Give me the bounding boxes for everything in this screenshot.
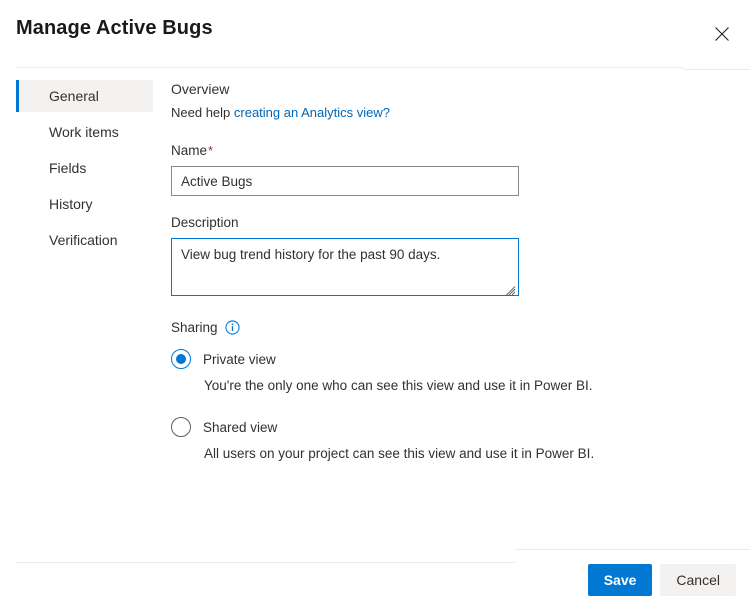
close-icon bbox=[714, 26, 730, 42]
footer-divider-left bbox=[16, 562, 515, 563]
description-label: Description bbox=[171, 215, 239, 230]
info-icon[interactable] bbox=[224, 320, 240, 335]
sidebar-item-label: General bbox=[49, 88, 99, 104]
description-textarea-wrap bbox=[171, 238, 519, 296]
name-label-text: Name bbox=[171, 143, 208, 158]
sidebar-item-work-items[interactable]: Work items bbox=[16, 116, 153, 148]
description-field-group: Description bbox=[171, 214, 591, 296]
sharing-section: Sharing Private view You're the only one… bbox=[171, 320, 595, 463]
sidebar-item-verification[interactable]: Verification bbox=[16, 224, 153, 256]
sidebar-item-label: Verification bbox=[49, 232, 118, 248]
sidebar: General Work items Fields History Verifi… bbox=[16, 80, 153, 260]
radio-help-private: You're the only one who can see this vie… bbox=[204, 378, 593, 393]
save-button[interactable]: Save bbox=[587, 564, 653, 596]
radio-shared-view[interactable]: Shared view bbox=[171, 417, 591, 437]
sidebar-item-label: Work items bbox=[49, 124, 119, 140]
help-line: Need help creating an Analytics view? bbox=[171, 104, 591, 122]
sharing-header: Sharing bbox=[171, 320, 591, 335]
general-settings-form: Overview Need help creating an Analytics… bbox=[171, 80, 595, 463]
create-analytics-view-link[interactable]: creating an Analytics view? bbox=[234, 105, 390, 120]
footer-actions: Save Cancel bbox=[587, 564, 736, 596]
dialog-body: General Work items Fields History Verifi… bbox=[0, 66, 750, 544]
sidebar-item-history[interactable]: History bbox=[16, 188, 153, 220]
required-indicator: * bbox=[208, 143, 214, 158]
name-input[interactable] bbox=[171, 166, 519, 196]
sidebar-item-label: History bbox=[49, 196, 93, 212]
cancel-button[interactable]: Cancel bbox=[660, 564, 736, 596]
radio-private-view[interactable]: Private view bbox=[171, 349, 591, 369]
name-field-group: Name* bbox=[171, 142, 591, 196]
description-textarea[interactable] bbox=[171, 238, 519, 296]
close-button[interactable] bbox=[706, 18, 738, 50]
sidebar-item-label: Fields bbox=[49, 160, 87, 176]
radio-label-shared: Shared view bbox=[203, 419, 278, 435]
name-label: Name* bbox=[171, 142, 591, 160]
help-prefix-text: Need help bbox=[171, 105, 234, 120]
overview-heading: Overview bbox=[171, 81, 230, 97]
footer-divider-right bbox=[515, 549, 750, 550]
radio-help-shared: All users on your project can see this v… bbox=[204, 446, 595, 461]
radio-indicator-private bbox=[171, 349, 191, 369]
radio-indicator-shared bbox=[171, 417, 191, 437]
dialog-header: Manage Active Bugs bbox=[0, 0, 750, 66]
sharing-label: Sharing bbox=[171, 320, 218, 335]
sidebar-item-general[interactable]: General bbox=[16, 80, 153, 112]
sidebar-item-fields[interactable]: Fields bbox=[16, 152, 153, 184]
page-title: Manage Active Bugs bbox=[16, 17, 213, 39]
radio-label-private: Private view bbox=[203, 351, 276, 367]
